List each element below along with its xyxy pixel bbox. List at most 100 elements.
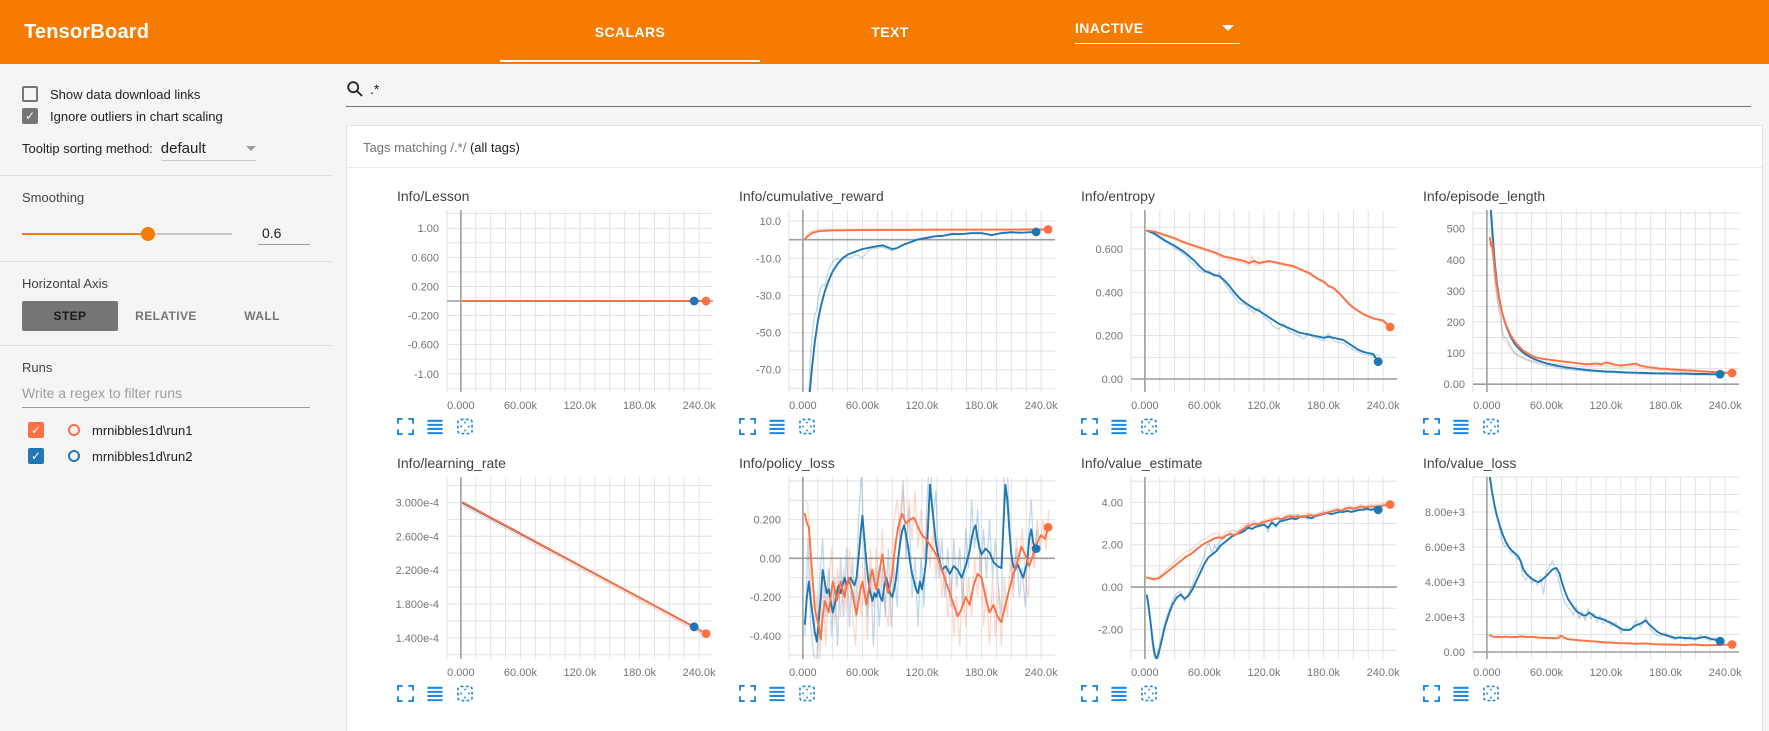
- expand-chart-icon[interactable]: [397, 685, 414, 702]
- scalar-chart[interactable]: 10.0-10.0-30.0-50.0-70.00.00060.00k120.0…: [725, 204, 1063, 416]
- tab-text[interactable]: TEXT: [760, 0, 1020, 64]
- fit-domain-icon[interactable]: [1140, 685, 1158, 702]
- runs-filter: [22, 385, 310, 408]
- scalar-chart[interactable]: 0.2000.00-0.200-0.4000.00060.00k120.0k18…: [725, 471, 1063, 683]
- chart-title: Info/entropy: [1081, 188, 1409, 204]
- svg-text:120.0k: 120.0k: [1247, 400, 1281, 412]
- checkbox[interactable]: ✓: [22, 108, 38, 124]
- scalar-chart[interactable]: 1.000.6000.200-0.200-0.600-1.000.00060.0…: [383, 204, 721, 416]
- tags-header: Tags matching /.*/ (all tags): [347, 126, 1762, 168]
- svg-text:180.0k: 180.0k: [623, 667, 657, 679]
- fit-domain-icon[interactable]: [1482, 418, 1500, 435]
- svg-text:180.0k: 180.0k: [965, 400, 999, 412]
- svg-text:60.00k: 60.00k: [504, 667, 538, 679]
- svg-text:500: 500: [1447, 224, 1465, 236]
- settings-sidebar: Show data download links ✓ Ignore outlie…: [0, 64, 332, 731]
- expand-chart-icon[interactable]: [397, 418, 414, 435]
- scalar-chart[interactable]: 4.002.000.00-2.000.00060.00k120.0k180.0k…: [1067, 471, 1405, 683]
- log-scale-icon[interactable]: [1110, 685, 1128, 702]
- tab-scalars[interactable]: SCALARS: [500, 0, 760, 64]
- charts-grid: Info/Lesson 1.000.6000.200-0.200-0.600-1…: [347, 168, 1762, 704]
- svg-text:0.000: 0.000: [1473, 400, 1501, 412]
- run-item[interactable]: ✓ mrnibbles1d\run1: [28, 422, 332, 438]
- svg-text:-0.600: -0.600: [408, 340, 439, 352]
- expand-chart-icon[interactable]: [1423, 685, 1440, 702]
- svg-text:120.0k: 120.0k: [563, 400, 597, 412]
- log-scale-icon[interactable]: [1452, 418, 1470, 435]
- svg-text:120.0k: 120.0k: [1589, 667, 1623, 679]
- svg-text:0.00: 0.00: [1102, 374, 1123, 386]
- svg-text:0.000: 0.000: [789, 667, 817, 679]
- tag-filter-field[interactable]: [346, 80, 1751, 107]
- chart-toolbar: [397, 685, 725, 702]
- smoothing-value-field[interactable]: 0.6: [258, 223, 310, 245]
- chart-card: Info/episode_length 5004003002001000.000…: [1409, 176, 1751, 437]
- chart-title: Info/cumulative_reward: [739, 188, 1067, 204]
- svg-text:180.0k: 180.0k: [1307, 667, 1341, 679]
- caret-down-icon: [1222, 25, 1234, 31]
- divider: [0, 345, 332, 346]
- svg-text:240.0k: 240.0k: [1709, 400, 1743, 412]
- tooltip-sorting-select[interactable]: default: [161, 140, 256, 161]
- svg-text:60.00k: 60.00k: [1530, 667, 1564, 679]
- fit-domain-icon[interactable]: [798, 418, 816, 435]
- run-color-ring-icon: [68, 450, 80, 462]
- svg-text:0.000: 0.000: [447, 400, 475, 412]
- scalar-chart[interactable]: 8.00e+36.00e+34.00e+32.00e+30.000.00060.…: [1409, 471, 1747, 683]
- svg-text:-0.400: -0.400: [750, 631, 781, 643]
- svg-text:300: 300: [1447, 286, 1465, 298]
- axis-relative-button[interactable]: RELATIVE: [118, 301, 214, 331]
- chart-title: Info/learning_rate: [397, 455, 725, 471]
- inactive-tabs-dropdown[interactable]: INACTIVE: [1075, 20, 1240, 44]
- expand-chart-icon[interactable]: [739, 418, 756, 435]
- log-scale-icon[interactable]: [1452, 685, 1470, 702]
- expand-chart-icon[interactable]: [1081, 685, 1098, 702]
- runs-filter-input[interactable]: [22, 385, 310, 401]
- svg-text:180.0k: 180.0k: [1649, 667, 1683, 679]
- axis-step-button[interactable]: STEP: [22, 301, 118, 331]
- expand-chart-icon[interactable]: [1081, 418, 1098, 435]
- scalar-chart[interactable]: 0.6000.4000.2000.000.00060.00k120.0k180.…: [1067, 204, 1405, 416]
- run-item[interactable]: ✓ mrnibbles1d\run2: [28, 448, 332, 464]
- smoothing-slider[interactable]: [22, 233, 232, 235]
- chart-card: Info/learning_rate 3.000e-42.600e-42.200…: [383, 443, 725, 704]
- expand-chart-icon[interactable]: [1423, 418, 1440, 435]
- svg-text:2.600e-4: 2.600e-4: [396, 531, 439, 543]
- svg-text:-2.00: -2.00: [1098, 624, 1123, 636]
- fit-domain-icon[interactable]: [456, 418, 474, 435]
- log-scale-icon[interactable]: [1110, 418, 1128, 435]
- slider-fill: [22, 233, 148, 235]
- log-scale-icon[interactable]: [426, 418, 444, 435]
- divider: [0, 261, 332, 262]
- svg-text:0.000: 0.000: [1473, 667, 1501, 679]
- ignore-outliers-option[interactable]: ✓ Ignore outliers in chart scaling: [22, 108, 332, 124]
- svg-text:60.00k: 60.00k: [1188, 667, 1222, 679]
- slider-thumb[interactable]: [141, 227, 155, 241]
- axis-wall-button[interactable]: WALL: [214, 301, 310, 331]
- svg-text:4.00: 4.00: [1102, 497, 1123, 509]
- scalar-chart[interactable]: 3.000e-42.600e-42.200e-41.800e-41.400e-4…: [383, 471, 721, 683]
- scalar-chart[interactable]: 5004003002001000.000.00060.00k120.0k180.…: [1409, 204, 1747, 416]
- fit-domain-icon[interactable]: [456, 685, 474, 702]
- chart-card: Info/value_estimate 4.002.000.00-2.000.0…: [1067, 443, 1409, 704]
- chart-toolbar: [397, 418, 725, 435]
- checkbox[interactable]: [22, 86, 38, 102]
- chart-title: Info/value_loss: [1423, 455, 1751, 471]
- svg-text:120.0k: 120.0k: [1589, 400, 1623, 412]
- chart-toolbar: [739, 685, 1067, 702]
- run-checkbox[interactable]: ✓: [28, 448, 44, 464]
- expand-chart-icon[interactable]: [739, 685, 756, 702]
- svg-text:3.000e-4: 3.000e-4: [396, 497, 439, 509]
- fit-domain-icon[interactable]: [1482, 685, 1500, 702]
- log-scale-icon[interactable]: [426, 685, 444, 702]
- log-scale-icon[interactable]: [768, 685, 786, 702]
- run-checkbox[interactable]: ✓: [28, 422, 44, 438]
- tags-card: Tags matching /.*/ (all tags) Info/Lesso…: [346, 125, 1763, 731]
- tag-filter-input[interactable]: [370, 81, 1635, 97]
- fit-domain-icon[interactable]: [1140, 418, 1158, 435]
- svg-text:60.00k: 60.00k: [846, 400, 880, 412]
- fit-domain-icon[interactable]: [798, 685, 816, 702]
- show-download-links-option[interactable]: Show data download links: [22, 86, 332, 102]
- svg-text:-1.00: -1.00: [414, 369, 439, 381]
- log-scale-icon[interactable]: [768, 418, 786, 435]
